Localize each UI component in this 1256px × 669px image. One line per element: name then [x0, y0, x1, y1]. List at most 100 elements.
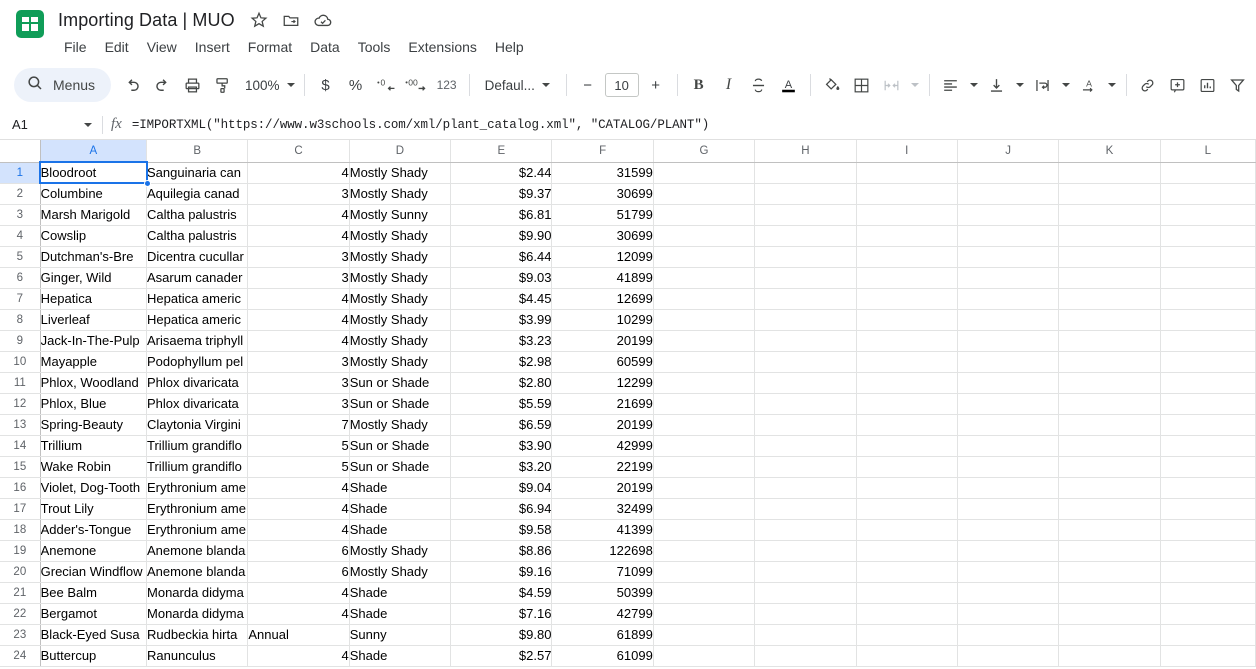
cell-C21[interactable]: 4: [248, 582, 349, 603]
more-number-formats-button[interactable]: 123: [431, 70, 463, 100]
cell-H19[interactable]: [755, 540, 856, 561]
cell-H7[interactable]: [755, 288, 856, 309]
cell-L20[interactable]: [1160, 561, 1255, 582]
menu-extensions[interactable]: Extensions: [399, 37, 485, 57]
cell-F21[interactable]: 50399: [552, 582, 653, 603]
row-header-5[interactable]: 5: [0, 246, 40, 267]
cell-L22[interactable]: [1160, 603, 1255, 624]
cell-J18[interactable]: [957, 519, 1058, 540]
cell-C18[interactable]: 4: [248, 519, 349, 540]
name-box[interactable]: A1: [12, 117, 100, 132]
cell-B4[interactable]: Caltha palustris: [147, 225, 248, 246]
cell-F24[interactable]: 61099: [552, 645, 653, 666]
cell-H12[interactable]: [755, 393, 856, 414]
cell-A2[interactable]: Columbine: [40, 183, 146, 204]
cell-D11[interactable]: Sun or Shade: [349, 372, 450, 393]
cell-D16[interactable]: Shade: [349, 477, 450, 498]
row-header-14[interactable]: 14: [0, 435, 40, 456]
print-icon[interactable]: [177, 70, 207, 100]
insert-link-icon[interactable]: [1133, 70, 1163, 100]
cell-H17[interactable]: [755, 498, 856, 519]
cell-F2[interactable]: 30699: [552, 183, 653, 204]
cell-J22[interactable]: [957, 603, 1058, 624]
column-header-a[interactable]: A: [40, 140, 146, 162]
cell-A22[interactable]: Bergamot: [40, 603, 146, 624]
cell-L8[interactable]: [1160, 309, 1255, 330]
cell-J4[interactable]: [957, 225, 1058, 246]
cell-E4[interactable]: $9.90: [451, 225, 552, 246]
cell-K1[interactable]: [1059, 162, 1160, 183]
column-header-e[interactable]: E: [451, 140, 552, 162]
cell-F18[interactable]: 41399: [552, 519, 653, 540]
cell-E15[interactable]: $3.20: [451, 456, 552, 477]
zoom-level-dropdown[interactable]: 100%: [237, 70, 298, 100]
cell-L17[interactable]: [1160, 498, 1255, 519]
cell-E23[interactable]: $9.80: [451, 624, 552, 645]
strikethrough-icon[interactable]: [744, 70, 774, 100]
cell-F13[interactable]: 20199: [552, 414, 653, 435]
cell-J19[interactable]: [957, 540, 1058, 561]
cell-H21[interactable]: [755, 582, 856, 603]
cell-B12[interactable]: Phlox divaricata: [147, 393, 248, 414]
cloud-saved-icon[interactable]: [313, 10, 333, 30]
cell-K6[interactable]: [1059, 267, 1160, 288]
cell-E8[interactable]: $3.99: [451, 309, 552, 330]
column-header-j[interactable]: J: [957, 140, 1058, 162]
cell-C13[interactable]: 7: [248, 414, 349, 435]
cell-L18[interactable]: [1160, 519, 1255, 540]
cell-I8[interactable]: [856, 309, 957, 330]
cell-A7[interactable]: Hepatica: [40, 288, 146, 309]
cell-C17[interactable]: 4: [248, 498, 349, 519]
cell-F9[interactable]: 20199: [552, 330, 653, 351]
cell-C3[interactable]: 4: [248, 204, 349, 225]
text-color-icon[interactable]: A: [774, 70, 804, 100]
cell-L19[interactable]: [1160, 540, 1255, 561]
cell-E14[interactable]: $3.90: [451, 435, 552, 456]
menu-data[interactable]: Data: [301, 37, 349, 57]
cell-K20[interactable]: [1059, 561, 1160, 582]
cell-J13[interactable]: [957, 414, 1058, 435]
column-header-l[interactable]: L: [1160, 140, 1255, 162]
cell-B15[interactable]: Trillium grandiflo: [147, 456, 248, 477]
row-header-8[interactable]: 8: [0, 309, 40, 330]
cell-C12[interactable]: 3: [248, 393, 349, 414]
cell-C5[interactable]: 3: [248, 246, 349, 267]
cell-D13[interactable]: Mostly Shady: [349, 414, 450, 435]
row-header-4[interactable]: 4: [0, 225, 40, 246]
cell-G8[interactable]: [653, 309, 754, 330]
cell-G23[interactable]: [653, 624, 754, 645]
cell-D9[interactable]: Mostly Shady: [349, 330, 450, 351]
insert-chart-icon[interactable]: [1193, 70, 1223, 100]
cell-I1[interactable]: [856, 162, 957, 183]
cell-B19[interactable]: Anemone blanda: [147, 540, 248, 561]
cell-I20[interactable]: [856, 561, 957, 582]
text-wrapping-dropdown-icon[interactable]: [1058, 70, 1074, 100]
cell-B24[interactable]: Ranunculus: [147, 645, 248, 666]
cell-K17[interactable]: [1059, 498, 1160, 519]
vertical-align-dropdown-icon[interactable]: [1012, 70, 1028, 100]
cell-L2[interactable]: [1160, 183, 1255, 204]
cell-F6[interactable]: 41899: [552, 267, 653, 288]
cell-H14[interactable]: [755, 435, 856, 456]
cell-G11[interactable]: [653, 372, 754, 393]
cell-H1[interactable]: [755, 162, 856, 183]
row-header-22[interactable]: 22: [0, 603, 40, 624]
star-icon[interactable]: [249, 10, 269, 30]
cell-F1[interactable]: 31599: [552, 162, 653, 183]
cell-B8[interactable]: Hepatica americ: [147, 309, 248, 330]
cell-A6[interactable]: Ginger, Wild: [40, 267, 146, 288]
cell-G9[interactable]: [653, 330, 754, 351]
cell-I7[interactable]: [856, 288, 957, 309]
cell-I23[interactable]: [856, 624, 957, 645]
cell-I9[interactable]: [856, 330, 957, 351]
cell-D23[interactable]: Sunny: [349, 624, 450, 645]
cell-L7[interactable]: [1160, 288, 1255, 309]
cell-L15[interactable]: [1160, 456, 1255, 477]
cell-C15[interactable]: 5: [248, 456, 349, 477]
row-header-19[interactable]: 19: [0, 540, 40, 561]
cell-E7[interactable]: $4.45: [451, 288, 552, 309]
cell-J6[interactable]: [957, 267, 1058, 288]
cell-D6[interactable]: Mostly Shady: [349, 267, 450, 288]
cell-L23[interactable]: [1160, 624, 1255, 645]
cell-G18[interactable]: [653, 519, 754, 540]
